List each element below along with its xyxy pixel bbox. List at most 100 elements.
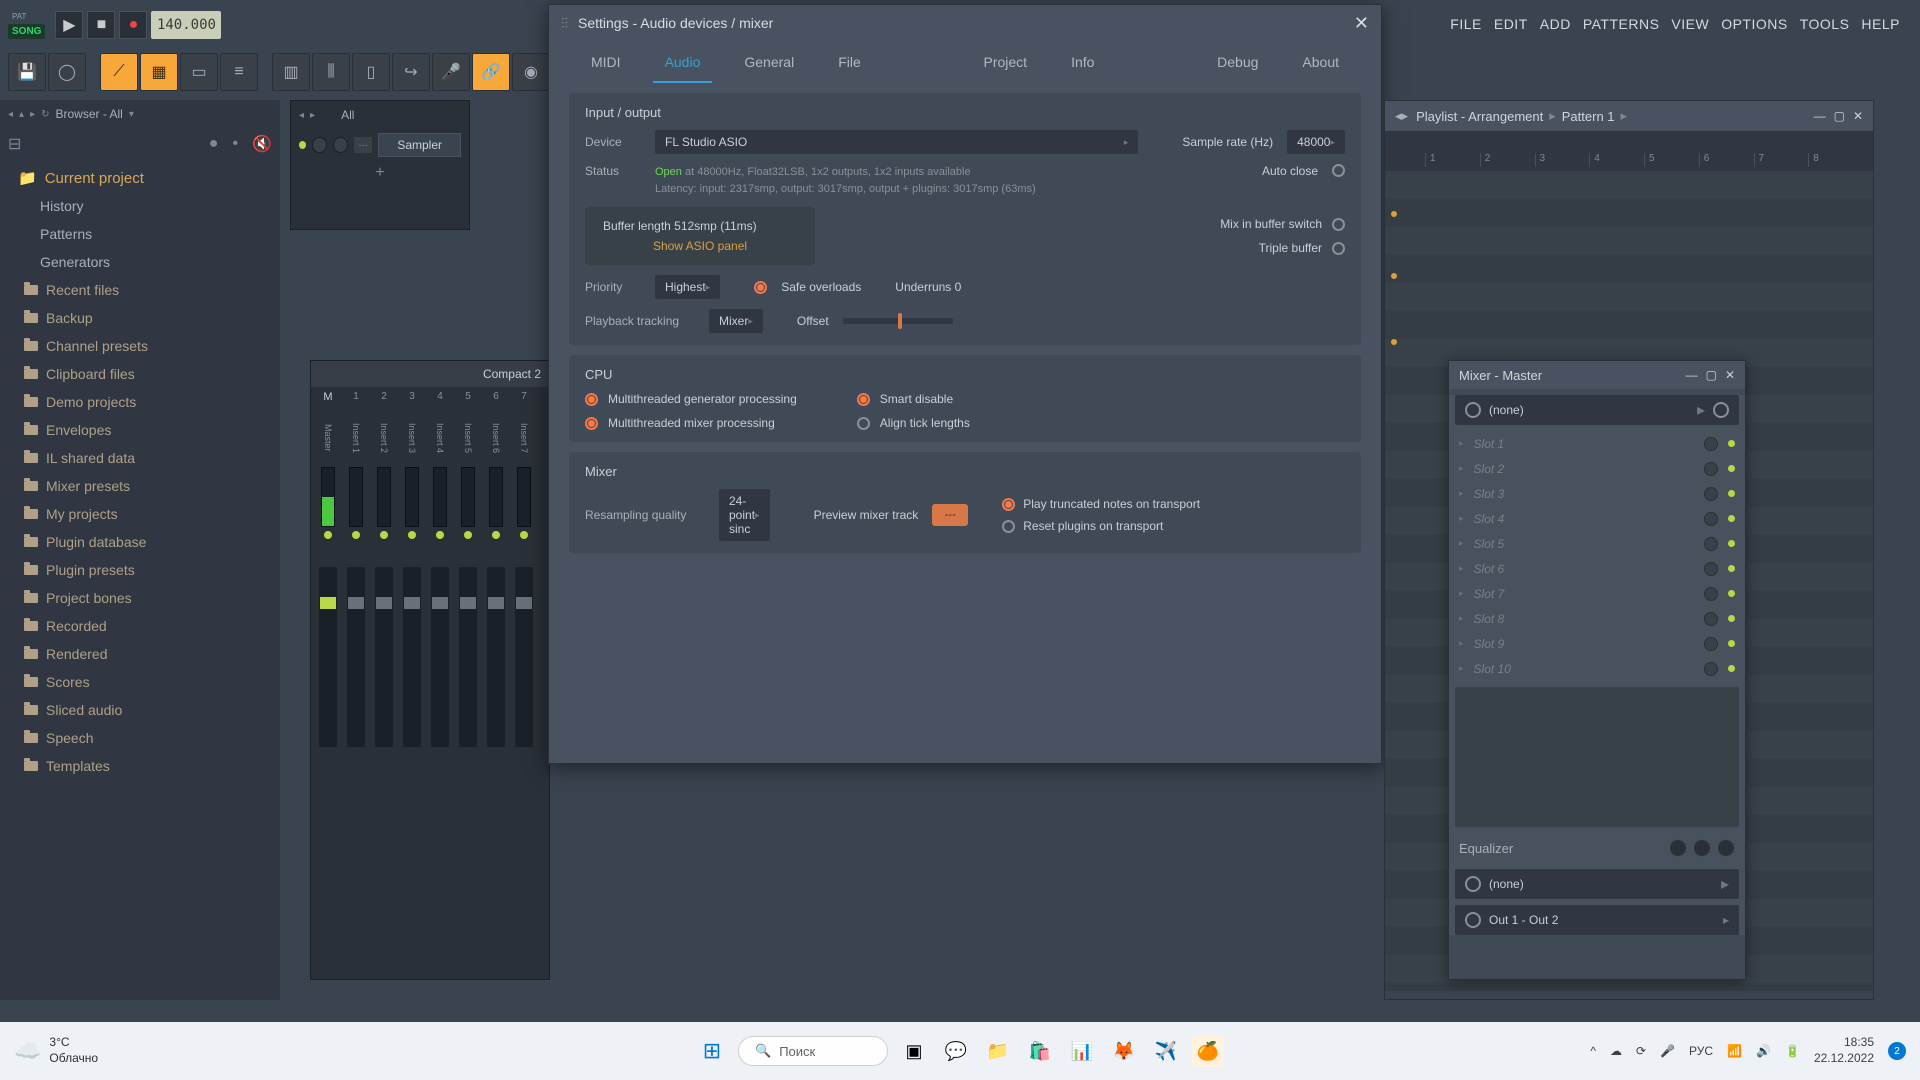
sample-rate-select[interactable]: 48000 ▸: [1287, 130, 1345, 154]
browser-folder[interactable]: Plugin presets: [0, 556, 280, 584]
mixer-fader[interactable]: [319, 567, 337, 747]
slot-enable-led[interactable]: [1728, 515, 1735, 522]
app-store-icon[interactable]: 🛍️: [1024, 1035, 1056, 1067]
safe-overloads-toggle[interactable]: [754, 281, 767, 294]
mixer-fader[interactable]: [431, 567, 449, 747]
mixer-led-icon[interactable]: [520, 531, 528, 539]
browser-folder[interactable]: Rendered: [0, 640, 280, 668]
browser-folder[interactable]: Scores: [0, 668, 280, 696]
effect-slot[interactable]: ▸Slot 10: [1449, 656, 1745, 681]
tool-save-icon[interactable]: 💾: [8, 53, 46, 91]
taskbar-clock[interactable]: 18:35 22.12.2022: [1814, 1035, 1874, 1066]
tray-wifi-icon[interactable]: 📶: [1727, 1044, 1742, 1058]
mixer-fader[interactable]: [375, 567, 393, 747]
tab-info[interactable]: Info: [1049, 41, 1116, 83]
effect-slot[interactable]: ▸Slot 1: [1449, 431, 1745, 456]
menu-view[interactable]: VIEW: [1671, 16, 1709, 32]
mixer-fader[interactable]: [515, 567, 533, 747]
mixer-led-icon[interactable]: [324, 531, 332, 539]
tool-countdown-icon[interactable]: ▭: [180, 53, 218, 91]
channel-name[interactable]: Sampler: [378, 133, 461, 157]
mixer-track-insert[interactable]: 1Insert 1: [343, 391, 369, 963]
tool-midi-icon[interactable]: ◉: [512, 53, 550, 91]
show-asio-link[interactable]: Show ASIO panel: [603, 239, 797, 253]
offset-slider[interactable]: [843, 318, 953, 324]
effect-slot[interactable]: ▸Slot 8: [1449, 606, 1745, 631]
reset-plugins-toggle[interactable]: [1002, 520, 1015, 533]
slot-enable-led[interactable]: [1728, 440, 1735, 447]
eq-mid-knob[interactable]: [1693, 839, 1711, 857]
mixer-track-master[interactable]: M Master: [315, 391, 341, 963]
browser-dropdown-icon[interactable]: ▾: [129, 109, 134, 120]
mixer-led-icon[interactable]: [352, 531, 360, 539]
slot-enable-led[interactable]: [1728, 640, 1735, 647]
mixer-track-insert[interactable]: 5Insert 5: [455, 391, 481, 963]
tool-metronome-icon[interactable]: ⟋: [100, 53, 138, 91]
eq-low-knob[interactable]: [1669, 839, 1687, 857]
minimize-button[interactable]: —: [1686, 368, 1698, 382]
tray-sync-icon[interactable]: ⟳: [1636, 1044, 1646, 1058]
browser-reload-icon[interactable]: ↻: [41, 109, 49, 120]
browser-current-project[interactable]: 📁 Current project: [0, 164, 280, 192]
stop-button[interactable]: ■: [87, 11, 115, 39]
play-button[interactable]: ▶: [55, 11, 83, 39]
close-button[interactable]: ✕: [1725, 368, 1735, 382]
effect-slot[interactable]: ▸Slot 4: [1449, 506, 1745, 531]
browser-fwd-icon[interactable]: ▸: [30, 109, 35, 120]
playlist-menu-icon[interactable]: ◂▸: [1395, 108, 1408, 124]
tool-link-icon[interactable]: 🔗: [472, 53, 510, 91]
menu-edit[interactable]: EDIT: [1494, 16, 1528, 32]
app-explorer-icon[interactable]: 📁: [982, 1035, 1014, 1067]
slot-mix-knob[interactable]: [1704, 487, 1718, 501]
slot-mix-knob[interactable]: [1704, 462, 1718, 476]
mixer-track-insert[interactable]: 7Insert 7: [511, 391, 537, 963]
menu-help[interactable]: HELP: [1861, 16, 1900, 32]
effect-slot[interactable]: ▸Slot 7: [1449, 581, 1745, 606]
channel-filter-all[interactable]: All: [341, 108, 354, 122]
preview-track-select[interactable]: ---: [932, 504, 968, 526]
channel-led-icon[interactable]: [299, 141, 306, 149]
browser-dot1-icon[interactable]: ●: [209, 135, 219, 153]
browser-folder[interactable]: Channel presets: [0, 332, 280, 360]
mixer-track-insert[interactable]: 4Insert 4: [427, 391, 453, 963]
tool-piano-icon[interactable]: ▯: [352, 53, 390, 91]
mixer-track-insert[interactable]: 6Insert 6: [483, 391, 509, 963]
mixer-fader[interactable]: [459, 567, 477, 747]
browser-folder[interactable]: Templates: [0, 752, 280, 780]
browser-history[interactable]: History: [0, 192, 280, 220]
minimize-button[interactable]: —: [1814, 109, 1826, 123]
browser-folder[interactable]: My projects: [0, 500, 280, 528]
ch-fwd-icon[interactable]: ▸: [310, 110, 315, 121]
channel-pan-knob[interactable]: [312, 137, 327, 153]
output-none-select[interactable]: (none) ▸: [1455, 869, 1739, 899]
tray-language[interactable]: РУС: [1689, 1044, 1713, 1058]
mixer-fader[interactable]: [487, 567, 505, 747]
mixer-track-insert[interactable]: 2Insert 2: [371, 391, 397, 963]
browser-folder[interactable]: Speech: [0, 724, 280, 752]
input-target-icon[interactable]: [1713, 402, 1729, 418]
slot-mix-knob[interactable]: [1704, 562, 1718, 576]
taskview-icon[interactable]: ▣: [898, 1035, 930, 1067]
start-button[interactable]: ⊞: [696, 1035, 728, 1067]
slot-mix-knob[interactable]: [1704, 637, 1718, 651]
effect-slot[interactable]: ▸Slot 9: [1449, 631, 1745, 656]
browser-patterns[interactable]: Patterns: [0, 220, 280, 248]
mixer-led-icon[interactable]: [380, 531, 388, 539]
maximize-button[interactable]: ▢: [1706, 368, 1717, 382]
eq-visualization[interactable]: [1455, 687, 1739, 827]
ch-back-icon[interactable]: ◂: [299, 110, 304, 121]
slot-enable-led[interactable]: [1728, 590, 1735, 597]
taskbar-search[interactable]: 🔍 Поиск: [738, 1036, 888, 1066]
pat-song-switch[interactable]: PAT SONG: [8, 11, 45, 39]
slot-mix-knob[interactable]: [1704, 537, 1718, 551]
menu-options[interactable]: OPTIONS: [1721, 16, 1788, 32]
slot-enable-led[interactable]: [1728, 490, 1735, 497]
maximize-button[interactable]: ▢: [1834, 109, 1845, 123]
mixer-fader[interactable]: [347, 567, 365, 747]
slot-mix-knob[interactable]: [1704, 587, 1718, 601]
browser-folder[interactable]: Envelopes: [0, 416, 280, 444]
playlist-pattern[interactable]: Pattern 1: [1562, 109, 1615, 124]
browser-folder[interactable]: Mixer presets: [0, 472, 280, 500]
tray-battery-icon[interactable]: 🔋: [1785, 1044, 1800, 1058]
slot-mix-knob[interactable]: [1704, 512, 1718, 526]
